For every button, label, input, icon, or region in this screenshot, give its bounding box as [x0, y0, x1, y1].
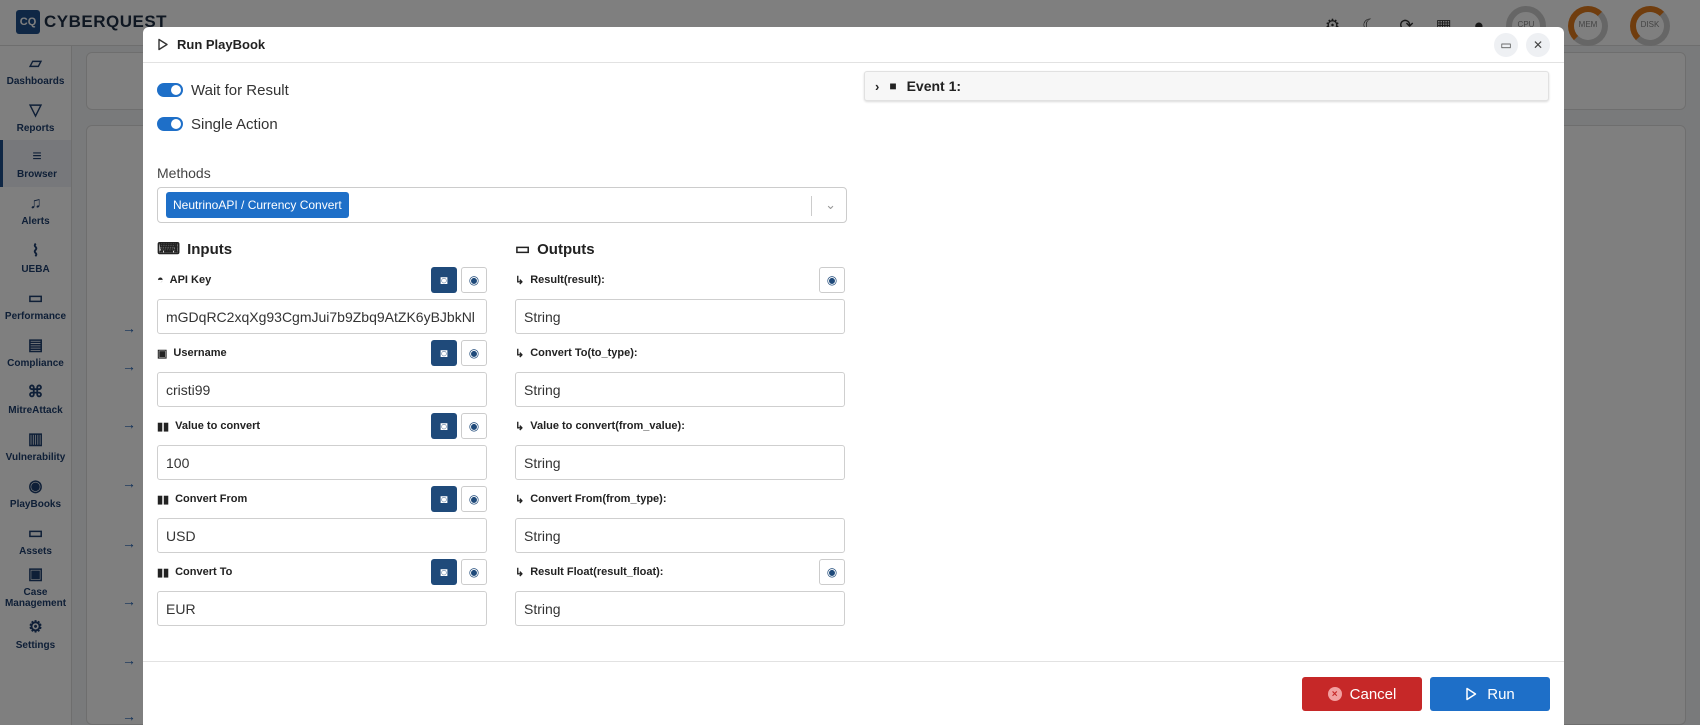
- eye-icon: ◉: [468, 419, 480, 433]
- output-field-result: ↳ Result(result): ◉ String: [515, 265, 845, 334]
- eye-icon: ◉: [826, 565, 838, 579]
- result-output[interactable]: String: [515, 299, 845, 334]
- camera-button[interactable]: ◙: [431, 486, 457, 512]
- view-button[interactable]: ◉: [461, 413, 487, 439]
- folder-icon: ■: [889, 79, 897, 93]
- eye-icon: ◉: [468, 492, 480, 506]
- camera-button[interactable]: ◙: [431, 413, 457, 439]
- output-field-from-value: ↳ Value to convert(from_value): String: [515, 411, 845, 480]
- input-field-convert-from: ▮▮ Convert From ◙ ◉ USD: [157, 484, 487, 553]
- event-label: Event 1:: [906, 78, 962, 94]
- output-field-from-type: ↳ Convert From(from_type): String: [515, 484, 845, 553]
- view-button[interactable]: ◉: [819, 559, 845, 585]
- method-chip[interactable]: NeutrinoAPI / Currency Convert: [166, 192, 349, 218]
- camera-button[interactable]: ◙: [431, 340, 457, 366]
- camera-icon: ◙: [440, 565, 448, 579]
- value-to-convert-input[interactable]: 100: [157, 445, 487, 480]
- event-1-accordion[interactable]: › ■ Event 1:: [864, 71, 1549, 101]
- input-field-convert-to: ▮▮ Convert To ◙ ◉ EUR: [157, 557, 487, 626]
- chevron-down-icon[interactable]: ⌄: [825, 197, 836, 213]
- view-button[interactable]: ◉: [461, 340, 487, 366]
- camera-icon: ◙: [440, 273, 448, 287]
- keyboard-icon: ⌨: [157, 241, 181, 258]
- outputs-header: ▭ Outputs: [515, 240, 595, 259]
- api-key-input[interactable]: mGDqRC2xqXg93CgmJui7b9Zbq9AtZK6yBJbkNl: [157, 299, 487, 334]
- play-icon: [1466, 687, 1477, 701]
- user-secret-icon: ◓: [157, 274, 164, 286]
- eye-icon: ◉: [826, 273, 838, 287]
- barcode-icon: ▮▮: [157, 420, 170, 433]
- to-type-output[interactable]: String: [515, 372, 845, 407]
- inputs-header: ⌨ Inputs: [157, 240, 233, 259]
- from-value-output[interactable]: String: [515, 445, 845, 480]
- share-arrow-icon: ↳: [515, 274, 525, 287]
- right-pane: › ■ Event 1:: [864, 71, 1549, 101]
- wait-for-result-toggle[interactable]: [157, 83, 183, 97]
- convert-from-input[interactable]: USD: [157, 518, 487, 553]
- modal-footer: × Cancel Run: [143, 661, 1564, 725]
- barcode-icon: ▮▮: [157, 566, 170, 579]
- monitor-icon: ▭: [515, 241, 531, 258]
- username-input[interactable]: cristi99: [157, 372, 487, 407]
- toggle-label: Single Action: [191, 115, 278, 133]
- user-card-icon: ▣: [157, 347, 168, 360]
- toggle-label: Wait for Result: [191, 81, 289, 99]
- modal-header: Run PlayBook ▭ ✕: [143, 27, 1564, 63]
- left-pane: Wait for Result Single Action Methods Ne…: [157, 73, 847, 626]
- modal-title: Run PlayBook: [177, 37, 266, 52]
- run-playbook-modal: Run PlayBook ▭ ✕ Wait for Result Single …: [143, 27, 1564, 725]
- camera-icon: ◙: [440, 492, 448, 506]
- convert-to-input[interactable]: EUR: [157, 591, 487, 626]
- share-arrow-icon: ↳: [515, 347, 525, 360]
- single-action-row: Single Action: [157, 107, 847, 141]
- close-circle-icon: ×: [1327, 687, 1342, 701]
- output-field-to-type: ↳ Convert To(to_type): String: [515, 338, 845, 407]
- close-button[interactable]: ✕: [1526, 32, 1550, 57]
- wait-for-result-row: Wait for Result: [157, 73, 847, 107]
- eye-icon: ◉: [468, 346, 480, 360]
- outputs-column: ▭ Outputs ↳ Result(result): ◉ String ↳ Con…: [515, 237, 845, 626]
- from-type-output[interactable]: String: [515, 518, 845, 553]
- share-arrow-icon: ↳: [515, 566, 525, 579]
- barcode-icon: ▮▮: [157, 493, 170, 506]
- output-field-result-float: ↳ Result Float(result_float): ◉ String: [515, 557, 845, 626]
- view-button[interactable]: ◉: [461, 559, 487, 585]
- input-field-username: ▣ Username ◙ ◉ cristi99: [157, 338, 487, 407]
- share-arrow-icon: ↳: [515, 420, 525, 433]
- chevron-right-icon: ›: [875, 78, 880, 94]
- eye-icon: ◉: [468, 273, 480, 287]
- run-button[interactable]: Run: [1430, 677, 1550, 711]
- select-separator: [811, 196, 812, 216]
- play-icon: [158, 38, 168, 51]
- methods-label: Methods: [157, 165, 211, 181]
- view-button[interactable]: ◉: [819, 267, 845, 293]
- single-action-toggle[interactable]: [157, 117, 183, 131]
- input-field-value-to-convert: ▮▮ Value to convert ◙ ◉ 100: [157, 411, 487, 480]
- view-button[interactable]: ◉: [461, 267, 487, 293]
- share-arrow-icon: ↳: [515, 493, 525, 506]
- camera-icon: ◙: [440, 346, 448, 360]
- camera-icon: ◙: [440, 419, 448, 433]
- window-icon: ▭: [1500, 37, 1512, 52]
- eye-icon: ◉: [468, 565, 480, 579]
- camera-button[interactable]: ◙: [431, 559, 457, 585]
- inputs-column: ⌨ Inputs ◓ API Key ◙ ◉ mGDqRC2xqXg93CgmJu…: [157, 237, 487, 626]
- cancel-button[interactable]: × Cancel: [1302, 677, 1422, 711]
- input-field-api-key: ◓ API Key ◙ ◉ mGDqRC2xqXg93CgmJui7b9Zbq9A…: [157, 265, 487, 334]
- camera-button[interactable]: ◙: [431, 267, 457, 293]
- result-float-output[interactable]: String: [515, 591, 845, 626]
- maximize-button[interactable]: ▭: [1494, 32, 1518, 57]
- methods-select[interactable]: NeutrinoAPI / Currency Convert ⌄: [157, 187, 847, 223]
- close-icon: ✕: [1532, 37, 1544, 52]
- view-button[interactable]: ◉: [461, 486, 487, 512]
